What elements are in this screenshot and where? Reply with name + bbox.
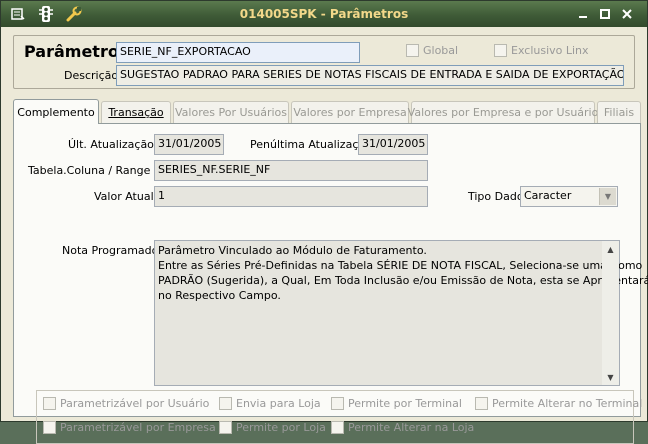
permite-loja-label: Permite por Loja <box>236 421 326 434</box>
complemento-panel: Últ. Atualização 31/01/2005 Penúltima At… <box>13 123 648 444</box>
nota-line: Parâmetro Vinculado ao Módulo de Faturam… <box>158 244 427 257</box>
parameter-header-group: Parâmetro SERIE_NF_EXPORTACAO Global Exc… <box>13 35 635 89</box>
exclusivo-linx-checkbox-box[interactable] <box>494 44 507 57</box>
scroll-down-icon[interactable]: ▼ <box>602 369 619 385</box>
penultima-atualizacao-label: Penúltima Atualização <box>250 138 372 151</box>
valor-atual-field[interactable]: 1 <box>154 186 428 207</box>
global-checkbox-box[interactable] <box>406 44 419 57</box>
global-checkbox[interactable]: Global <box>406 44 458 57</box>
minimize-button[interactable] <box>573 5 593 23</box>
permite-terminal-label: Permite por Terminal <box>348 397 462 410</box>
parametros-window: 014005SPK - Parâmetros Parâmetro SERIE_N… <box>0 0 648 444</box>
tabela-coluna-label: Tabela.Coluna / Range <box>28 164 151 177</box>
parametro-field[interactable]: SERIE_NF_EXPORTACAO <box>116 42 360 63</box>
parametro-label: Parâmetro <box>24 42 119 61</box>
ult-atualizacao-field[interactable]: 31/01/2005 <box>154 134 224 155</box>
descricao-label: Descrição <box>64 69 119 82</box>
scroll-up-icon[interactable]: ▲ <box>602 241 619 257</box>
tab-complemento[interactable]: Complemento <box>13 99 99 124</box>
envia-loja-checkbox[interactable]: Envia para Loja <box>219 397 321 410</box>
checkbox-box[interactable] <box>43 421 56 434</box>
tab-valores-por-usuarios[interactable]: Valores Por Usuários <box>173 101 289 123</box>
nota-line: no Respectivo Campo. <box>158 289 281 302</box>
tipo-dado-value: Caracter <box>524 189 572 202</box>
valor-atual-label: Valor Atual <box>94 190 154 203</box>
exclusivo-linx-label: Exclusivo Linx <box>511 44 589 57</box>
checkbox-box[interactable] <box>43 397 56 410</box>
tab-filiais[interactable]: Filiais <box>597 101 641 123</box>
parametrizavel-empresa-label: Parametrizável por Empresa <box>60 421 216 434</box>
global-label: Global <box>423 44 459 57</box>
tab-strip: Complemento Transação Valores Por Usuári… <box>13 99 641 124</box>
window-title: 014005SPK - Parâmetros <box>239 7 409 21</box>
permite-alterar-terminal-label: Permite Alterar no Terminal <box>492 397 643 410</box>
checkbox-box[interactable] <box>219 421 232 434</box>
parametrizavel-empresa-checkbox[interactable]: Parametrizável por Empresa <box>43 421 216 434</box>
descricao-field[interactable]: SUGESTAO PADRAO PARA SERIES DE NOTAS FIS… <box>116 65 624 86</box>
tab-transacao[interactable]: Transação <box>101 101 171 123</box>
checkbox-box[interactable] <box>475 397 488 410</box>
close-button[interactable] <box>617 5 637 23</box>
chevron-down-icon[interactable]: ▼ <box>599 188 616 205</box>
ult-atualizacao-label: Últ. Atualização <box>68 138 154 151</box>
permite-alterar-loja-label: Permite Alterar na Loja <box>348 421 475 434</box>
tipo-dado-select[interactable]: Caracter ▼ <box>520 186 618 207</box>
envia-loja-label: Envia para Loja <box>236 397 321 410</box>
nota-line: PADRÃO (Sugerida), a Qual, Em Toda Inclu… <box>158 274 648 287</box>
options-group: Parametrizável por Usuário Envia para Lo… <box>36 390 642 444</box>
parametrizavel-usuario-label: Parametrizável por Usuário <box>60 397 210 410</box>
checkbox-box[interactable] <box>219 397 232 410</box>
permite-loja-checkbox[interactable]: Permite por Loja <box>219 421 326 434</box>
tab-valores-por-empresa[interactable]: Valores por Empresa <box>291 101 409 123</box>
memo-scrollbar[interactable]: ▲ ▼ <box>602 241 619 385</box>
tipo-dado-label: Tipo Dado <box>468 190 524 203</box>
tabela-coluna-field[interactable]: SERIES_NF.SERIE_NF <box>154 160 428 181</box>
permite-terminal-checkbox[interactable]: Permite por Terminal <box>331 397 462 410</box>
nota-programador-label: Nota Programador <box>62 244 163 257</box>
checkbox-box[interactable] <box>331 421 344 434</box>
exclusivo-linx-checkbox[interactable]: Exclusivo Linx <box>494 44 589 57</box>
tab-valores-por-empresa-e-usuario[interactable]: Valores por Empresa e por Usuário <box>408 101 598 123</box>
nota-line: Entre as Séries Pré-Definidas na Tabela … <box>158 259 643 272</box>
title-bar[interactable]: 014005SPK - Parâmetros <box>1 1 647 27</box>
penultima-atualizacao-field[interactable]: 31/01/2005 <box>358 134 428 155</box>
permite-alterar-loja-checkbox[interactable]: Permite Alterar na Loja <box>331 421 474 434</box>
content-area: Parâmetro SERIE_NF_EXPORTACAO Global Exc… <box>7 31 648 444</box>
checkbox-box[interactable] <box>331 397 344 410</box>
parametrizavel-usuario-checkbox[interactable]: Parametrizável por Usuário <box>43 397 209 410</box>
maximize-button[interactable] <box>595 5 615 23</box>
permite-alterar-terminal-checkbox[interactable]: Permite Alterar no Terminal <box>475 397 642 410</box>
nota-programador-memo[interactable]: Parâmetro Vinculado ao Módulo de Faturam… <box>154 240 648 386</box>
